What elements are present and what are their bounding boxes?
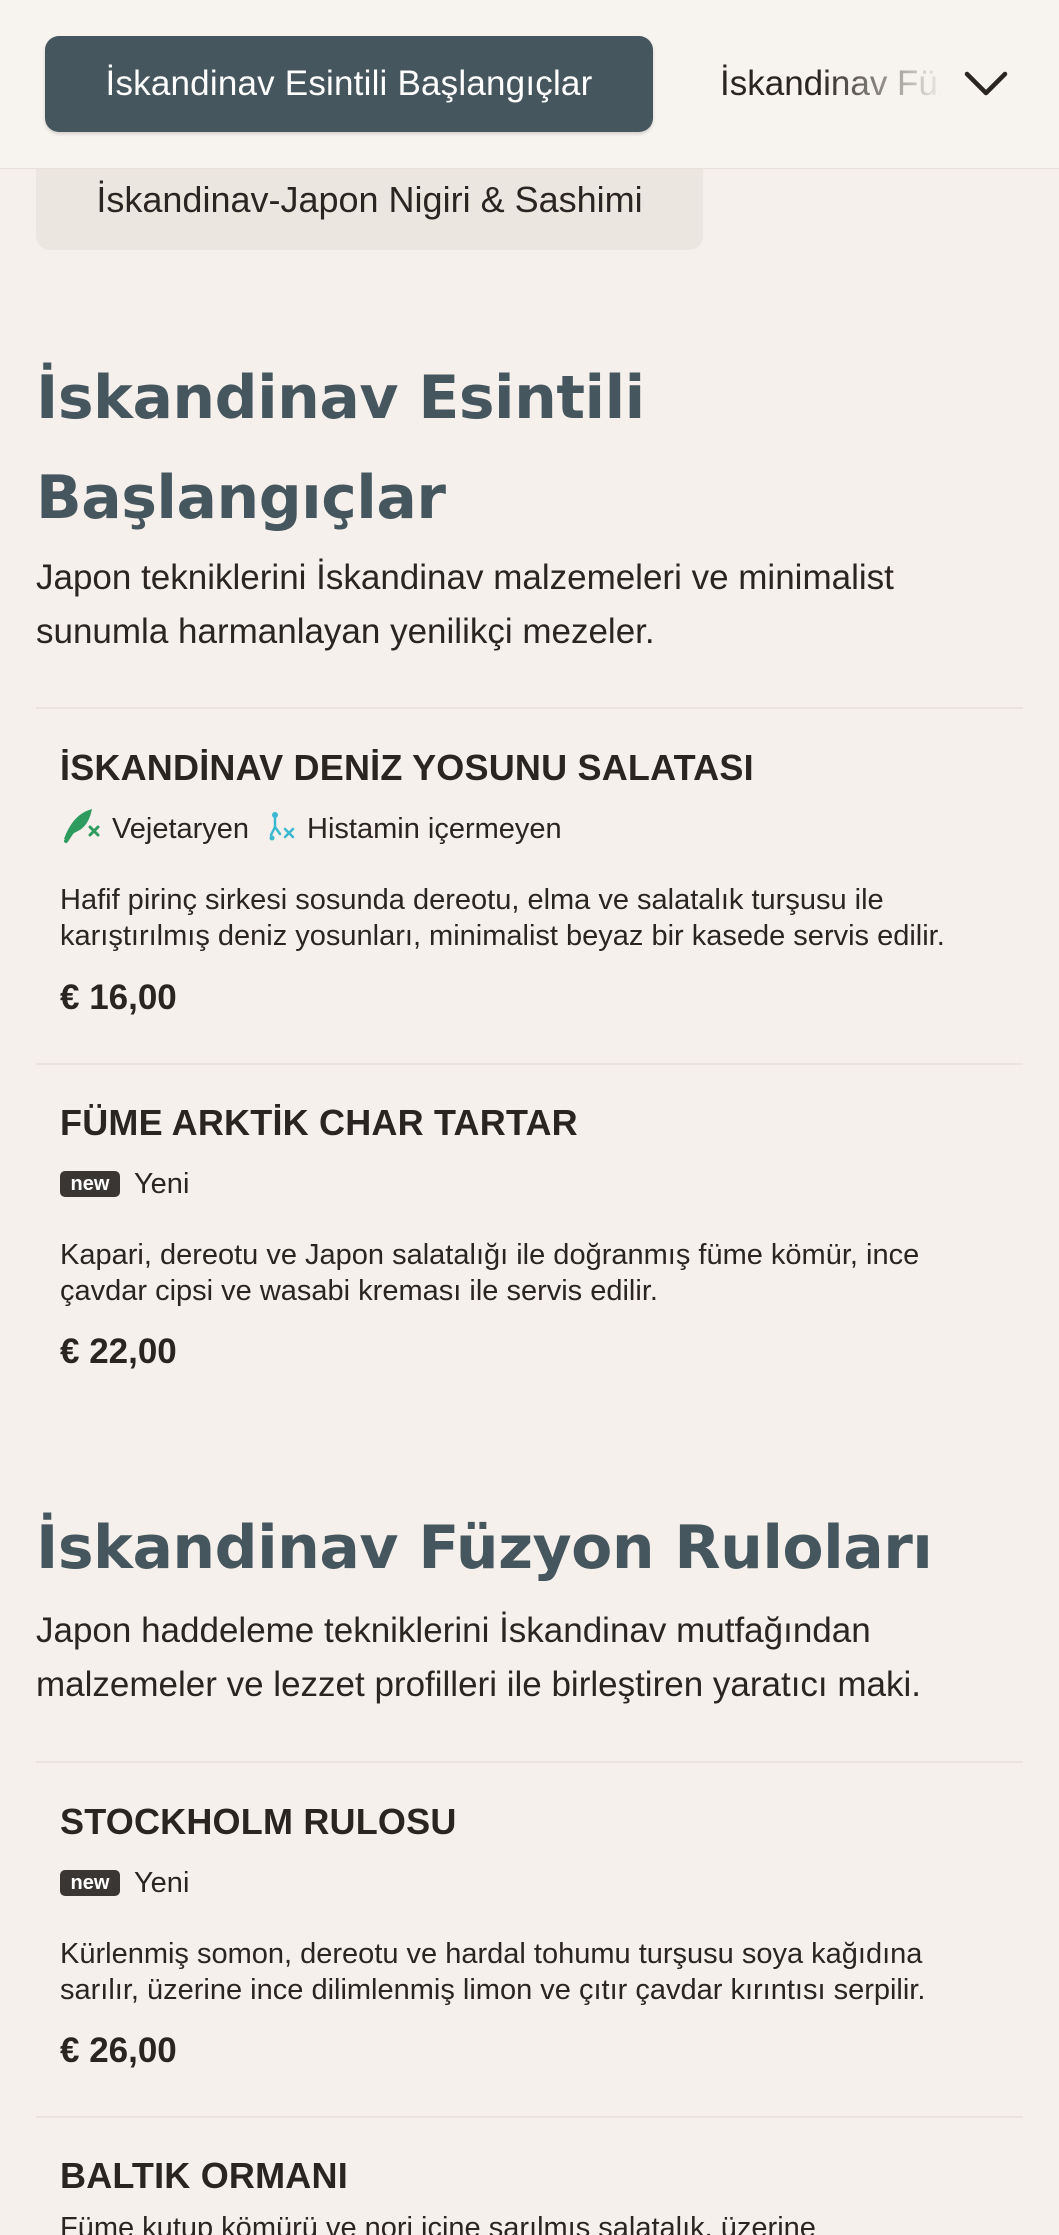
section-description-line2: malzemeler ve lezzet profilleri ile birl… (36, 1665, 921, 1704)
menu-item-description: Hafif pirinç sirkesi sosunda dereotu, el… (60, 884, 945, 952)
divider (36, 707, 1023, 709)
tag-label: Histamin içermeyen (307, 812, 562, 845)
chevron-down-icon[interactable] (960, 58, 1012, 110)
section-description: Japon haddeleme tekniklerini İskandinav … (36, 1611, 871, 1650)
menu-item-name[interactable]: STOCKHOLM RULOSU (60, 1801, 457, 1843)
tag-vegetarian: Vejetaryen (60, 805, 249, 853)
section-title-line2: Başlangıçlar (36, 463, 446, 533)
new-badge: new (60, 1171, 120, 1197)
section-title: İskandinav Füzyon Ruloları (36, 1513, 933, 1583)
menu-item-price: € 22,00 (60, 1332, 177, 1371)
histamine-free-icon (267, 807, 307, 851)
tag-label: Yeni (134, 1167, 190, 1200)
menu-item-description: Kapari, dereotu ve Japon salatalığı ile … (60, 1239, 920, 1307)
divider (36, 1063, 1023, 1065)
section-title: İskandinav Esintili (36, 363, 645, 433)
category-tab-active[interactable]: İskandinav Esintili Başlangıçlar (45, 36, 653, 132)
menu-item-name[interactable]: BALTIK ORMANI (60, 2155, 348, 2197)
menu-item-description: Kürlenmiş somon, dereotu ve hardal tohum… (60, 1938, 926, 2006)
menu-item-name[interactable]: FÜME ARKTİK CHAR TARTAR (60, 1102, 578, 1144)
menu-item-description: Füme kutup kömürü ve nori içine sarılmış… (60, 2212, 816, 2235)
menu-item-price: € 26,00 (60, 2031, 177, 2070)
divider (36, 2116, 1023, 2118)
tag-label: Yeni (134, 1866, 190, 1899)
tag-label: Vejetaryen (112, 812, 250, 845)
category-tab-next[interactable]: İskandinav Füzyon Ruloları (720, 36, 940, 132)
menu-item-price: € 16,00 (60, 978, 177, 1017)
vegetarian-icon (60, 805, 112, 853)
new-badge: new (60, 1870, 120, 1896)
category-nav-bar: İskandinav Esintili Başlangıçlar İskandi… (0, 0, 1059, 169)
tag-histamine-free: Histamin içermeyen (267, 807, 562, 851)
menu-item-tags: new Yeni (60, 1863, 189, 1903)
divider (36, 1761, 1023, 1763)
section-description-line2: sunumla harmanlayan yenilikçi mezeler. (36, 612, 655, 651)
section-description: Japon tekniklerini İskandinav malzemeler… (36, 558, 894, 597)
menu-item-tags: Vejetaryen Histamin içermeyen (60, 809, 580, 849)
menu-item-tags: new Yeni (60, 1164, 189, 1204)
menu-item-name[interactable]: İSKANDİNAV DENİZ YOSUNU SALATASI (60, 747, 754, 789)
